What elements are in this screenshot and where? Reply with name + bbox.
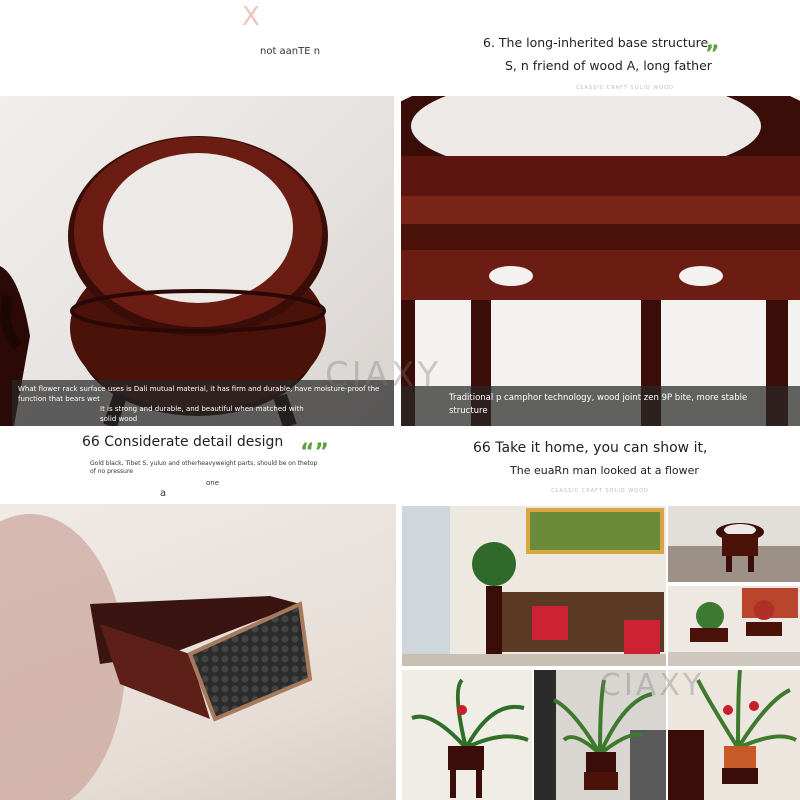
caption-right-line1: Traditional p camphor technology, wood j… [449,393,748,403]
stool-side-illustration [401,96,800,426]
section-desc2: of no pressure [90,468,133,475]
caption-left-line3: It is strong and durable, and beautiful … [100,405,304,413]
top-left-strip: not aanTE n [260,0,400,95]
section-title: 66 Considerate detail design [82,434,284,450]
caption-left-line4: solid wood [100,415,138,423]
section-title: 66 Take it home, you can show it, [473,440,708,456]
photo-stool-floor [668,506,800,582]
section-title: 6. The long-inherited base structure [483,35,709,50]
section-header-mid-left: 66 Considerate detail design “” Gold bla… [0,426,400,504]
section-desc1: Gold black, Tibet S, yuluo and otherheav… [90,460,318,467]
section-header-top-right: 6. The long-inherited base structure S, … [400,0,800,97]
section-word-one: one [206,479,220,487]
foot-pad-illustration [0,514,313,800]
watermark-bottom: CIAXY [600,668,705,703]
top-left-text: not aanTE n [260,46,321,57]
quote-mark: ” [705,42,720,67]
stool-plants-illustration [668,586,800,666]
photo-stool-plants [668,586,800,666]
caption-left-line2: function that bears wet [18,395,100,403]
room-sofa-illustration [402,506,666,666]
watermark: CIAXY [325,355,442,395]
section-tag: CLASSIC CRAFT SOLID WOOD [576,85,674,91]
photo-stool-side [401,96,800,426]
photo-foot-pad [0,504,396,800]
section-subtitle: S, n friend of wood A, long father [505,58,712,73]
caption-right-line2: structure [449,406,488,416]
plant-1-illustration [402,670,532,800]
section-word-a: a [160,488,167,499]
section-tag: CLASSIC CRAFT SOLID WOOD [551,488,649,494]
photo-plant-1 [402,670,532,800]
top-left-header: XY [0,0,276,105]
section-subtitle: The euaRn man looked at a flower [510,464,699,477]
section-header-mid-right: 66 Take it home, you can show it, The eu… [400,426,800,504]
photo-room-sofa [402,506,666,666]
stool-floor-illustration [668,506,800,582]
